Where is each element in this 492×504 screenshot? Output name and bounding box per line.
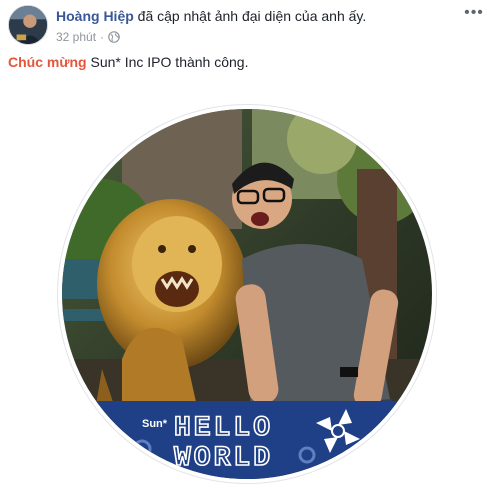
- header-line: Hoàng Hiệp đã cập nhật ảnh đại diện của …: [56, 7, 454, 25]
- post-meta: 32 phút ·: [56, 29, 454, 45]
- meta-separator: ·: [100, 30, 105, 44]
- author-avatar[interactable]: [8, 5, 48, 45]
- frame-world-text: WORLD: [174, 443, 273, 474]
- post-header: Hoàng Hiệp đã cập nhật ảnh đại diện của …: [8, 5, 484, 45]
- frame-brand-text: Sun*: [142, 418, 168, 430]
- profile-photo[interactable]: Sun* HELLO WORLD: [58, 105, 436, 483]
- profile-photo-image[interactable]: Sun* HELLO WORLD: [62, 109, 432, 479]
- more-options-icon[interactable]: •••: [464, 5, 484, 23]
- post-message-rest: Sun* Inc IPO thành công.: [86, 54, 249, 70]
- header-text: Hoàng Hiệp đã cập nhật ảnh đại diện của …: [56, 7, 454, 45]
- photo-illustration: Sun* HELLO WORLD: [62, 109, 432, 479]
- globe-icon[interactable]: [108, 31, 120, 43]
- congrats-highlight[interactable]: Chúc mừng: [8, 54, 87, 70]
- author-name-link[interactable]: Hoàng Hiệp: [56, 8, 134, 24]
- post-message: Chúc mừng Sun* Inc IPO thành công.: [8, 53, 248, 71]
- action-text: đã cập nhật ảnh đại diện của anh ấy.: [137, 8, 367, 24]
- frame-hello-text: HELLO: [174, 413, 273, 444]
- post-timestamp[interactable]: 32 phút: [56, 29, 96, 45]
